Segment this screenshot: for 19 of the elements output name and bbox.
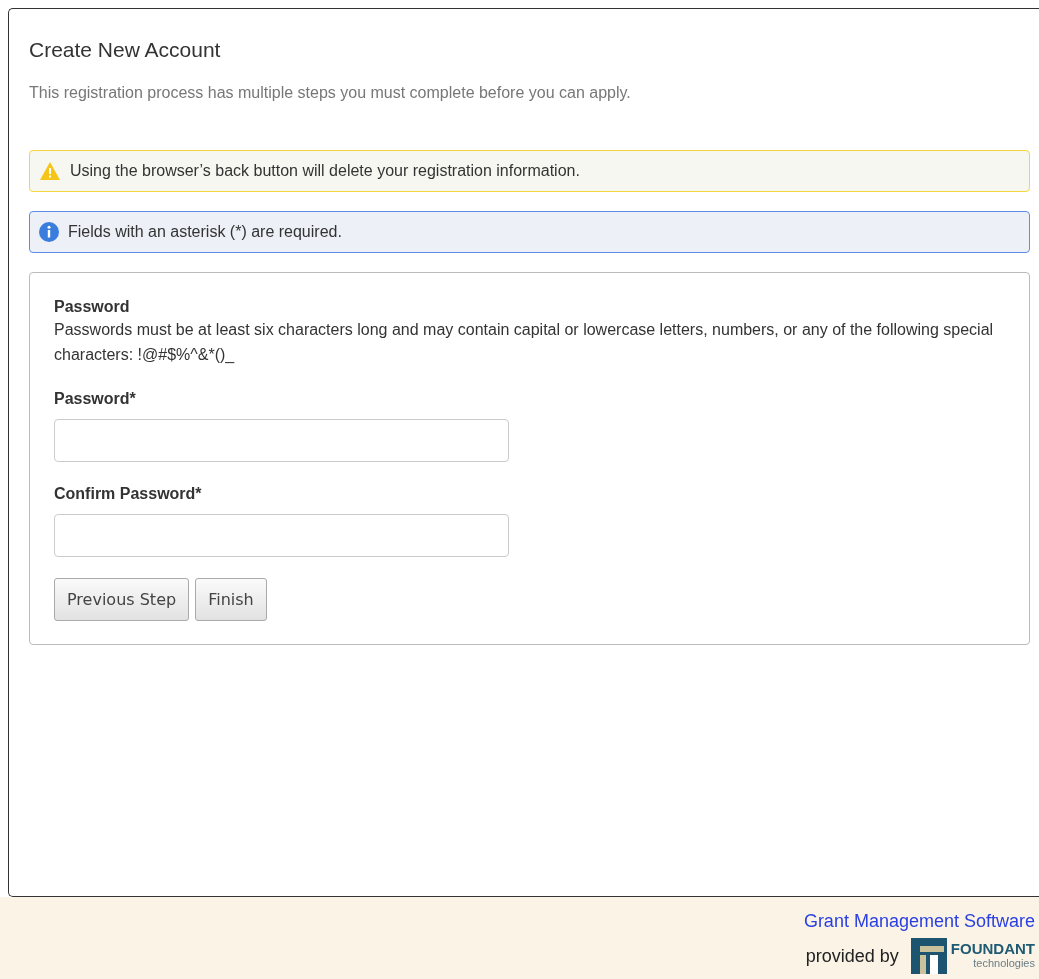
password-field[interactable] (54, 514, 509, 557)
help-text: Passwords must be at least six characters long and may contain capital or lowercase letters, numbers, or any of the following special characters: !@#$%^&*()_ (54, 320, 995, 365)
step-button[interactable]: Previous Step (54, 578, 190, 621)
page-subtitle: This registration process has multiple steps you must complete before you can apply. (29, 84, 632, 102)
password-field[interactable] (54, 419, 509, 462)
step-button[interactable]: Finish (195, 578, 267, 621)
logo-icon (910, 938, 947, 974)
section-title: Password (54, 297, 131, 317)
provided-by-text: provided by (805, 945, 899, 967)
logo-name: FOUNDANT (950, 941, 1035, 956)
page-title: Create New Account (29, 37, 222, 63)
field-label: Confirm Password* (54, 485, 203, 503)
alert-text: Using the browser’s back button will delete your registration information. (70, 162, 580, 180)
info-icon (39, 222, 59, 242)
field-label: Password* (54, 390, 137, 408)
footer-link[interactable]: Grant Management Software (803, 911, 1035, 932)
warning-icon (39, 161, 61, 181)
logo-tagline: technologies (973, 956, 1035, 971)
alert-text: Fields with an asterisk (*) are required. (68, 223, 342, 241)
